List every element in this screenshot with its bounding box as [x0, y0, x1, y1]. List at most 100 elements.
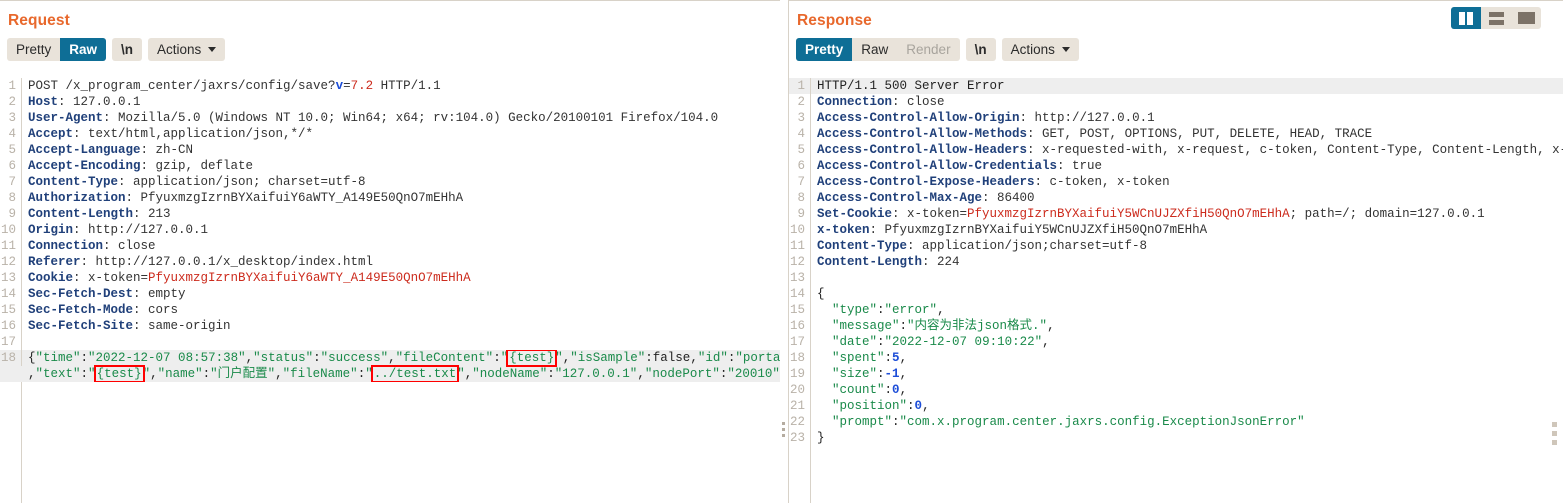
splitter-grip-icon[interactable] — [782, 422, 785, 437]
code-line[interactable]: 2 Connection: close — [789, 94, 1563, 110]
code-line[interactable]: 4 Access-Control-Allow-Methods: GET, POST… — [789, 126, 1563, 142]
code-line[interactable]: 13 Cookie: x-token=PfyuxmzgIzrnBYXaifuiY6… — [0, 270, 780, 286]
code-token: Sec-Fetch-Site — [28, 319, 134, 333]
code-line[interactable]: 3 Access-Control-Allow-Origin: http://127… — [789, 110, 1563, 126]
code-text: } — [811, 430, 825, 446]
code-token: "position" — [832, 399, 908, 413]
code-line[interactable]: 1 POST /x_program_center/jaxrs/config/sav… — [0, 78, 780, 94]
line-number: 5 — [0, 142, 22, 158]
highlighted-token: {test} — [506, 350, 558, 367]
code-token: User-Agent — [28, 111, 104, 125]
response-editor[interactable]: 1 HTTP/1.1 500 Server Error 2 Connection: c… — [789, 78, 1563, 503]
code-line[interactable]: 10 Origin: http://127.0.0.1 — [0, 222, 780, 238]
code-line[interactable]: 9 Set-Cookie: x-token=PfyuxmzgIzrnBYXaifu… — [789, 206, 1563, 222]
code-line[interactable]: 4 Accept: text/html,application/json,*/* — [0, 126, 780, 142]
code-line[interactable]: 1 HTTP/1.1 500 Server Error — [789, 78, 1563, 94]
code-token: : — [80, 351, 89, 365]
code-token: "message" — [832, 319, 900, 333]
code-line[interactable]: 18 {"time":"2022-12-07 08:57:38","status"… — [0, 350, 780, 382]
code-line[interactable]: 19 "size":-1, — [789, 366, 1563, 382]
code-line[interactable]: 17 — [0, 334, 780, 350]
code-token: "fileName" — [282, 367, 358, 381]
code-text: "date":"2022-12-07 09:10:22", — [811, 334, 1050, 350]
code-token: , — [275, 367, 283, 381]
code-line[interactable]: 11 Connection: close — [0, 238, 780, 254]
code-line[interactable]: 15 Sec-Fetch-Mode: cors — [0, 302, 780, 318]
layout-side-by-side-button[interactable] — [1451, 7, 1481, 29]
line-number: 1 — [0, 78, 22, 94]
code-line[interactable]: 15 "type":"error", — [789, 302, 1563, 318]
code-token: "text" — [35, 367, 81, 381]
code-token: "127.0.0.1" — [554, 367, 638, 381]
code-line[interactable]: 5 Access-Control-Allow-Headers: x-request… — [789, 142, 1563, 158]
line-number: 14 — [789, 286, 811, 302]
code-line[interactable]: 20 "count":0, — [789, 382, 1563, 398]
code-token: : x-token= — [73, 271, 149, 285]
code-token: "2022-12-07 09:10:22" — [884, 335, 1043, 349]
code-token: : http://127.0.0.1/x_desktop/index.html — [80, 255, 374, 269]
code-line[interactable]: 12 Content-Length: 224 — [789, 254, 1563, 270]
request-tab-pretty[interactable]: Pretty — [7, 38, 60, 61]
request-actions-button[interactable]: Actions — [148, 37, 226, 61]
code-line[interactable]: 5 Accept-Language: zh-CN — [0, 142, 780, 158]
request-code-area[interactable]: 1 POST /x_program_center/jaxrs/config/sav… — [0, 78, 780, 382]
code-line[interactable]: 6 Accept-Encoding: gzip, deflate — [0, 158, 780, 174]
code-token: 5 — [892, 351, 900, 365]
line-number: 15 — [789, 302, 811, 318]
code-line[interactable]: 3 User-Agent: Mozilla/5.0 (Windows NT 10.… — [0, 110, 780, 126]
code-line[interactable]: 18 "spent":5, — [789, 350, 1563, 366]
code-token: PfyuxmzgIzrnBYXaifuiY6aWTY_A149E50QnO7mE… — [148, 271, 471, 285]
code-line[interactable]: 12 Referer: http://127.0.0.1/x_desktop/in… — [0, 254, 780, 270]
code-line[interactable]: 23} — [789, 430, 1563, 446]
code-line[interactable]: 7 Content-Type: application/json; charset… — [0, 174, 780, 190]
window-resize-grip-icon[interactable] — [1552, 422, 1557, 445]
code-line[interactable]: 6 Access-Control-Allow-Credentials: true — [789, 158, 1563, 174]
panel-splitter[interactable] — [780, 0, 789, 503]
code-text: "prompt":"com.x.program.center.jaxrs.con… — [811, 414, 1305, 430]
code-token: : application/json; charset=utf-8 — [118, 175, 366, 189]
code-token: Authorization — [28, 191, 126, 205]
code-line[interactable]: 22 "prompt":"com.x.program.center.jaxrs.… — [789, 414, 1563, 430]
code-line[interactable]: 7 Access-Control-Expose-Headers: c-token,… — [789, 174, 1563, 190]
code-text: Content-Length: 213 — [22, 206, 171, 222]
response-newline-button[interactable]: \n — [965, 37, 996, 61]
code-line[interactable]: 9 Content-Length: 213 — [0, 206, 780, 222]
response-tab-pretty[interactable]: Pretty — [796, 37, 853, 61]
code-line[interactable]: 2 Host: 127.0.0.1 — [0, 94, 780, 110]
response-code-area[interactable]: 1 HTTP/1.1 500 Server Error 2 Connection: c… — [789, 78, 1563, 446]
code-token: x-token — [817, 223, 870, 237]
code-token: : — [493, 351, 501, 365]
request-newline-button[interactable]: \n — [112, 37, 143, 61]
highlighted-token: {test} — [93, 365, 145, 382]
code-token: "2022-12-07 08:57:38" — [88, 351, 246, 365]
request-tab-raw[interactable]: Raw — [60, 37, 107, 61]
code-line[interactable]: 8 Authorization: PfyuxmzgIzrnBYXaifuiY6aW… — [0, 190, 780, 206]
layout-single-button[interactable] — [1511, 7, 1541, 29]
code-token: : PfyuxmzgIzrnBYXaifuiY6aWTY_A149E50QnO7… — [125, 191, 464, 205]
code-line[interactable]: 14 { — [789, 286, 1563, 302]
line-number: 10 — [0, 222, 22, 238]
code-line[interactable]: 8 Access-Control-Max-Age: 86400 — [789, 190, 1563, 206]
code-token: : — [877, 367, 885, 381]
code-token: " — [555, 351, 563, 365]
code-line[interactable]: 14 Sec-Fetch-Dest: empty — [0, 286, 780, 302]
code-line[interactable]: 17 "date":"2022-12-07 09:10:22", — [789, 334, 1563, 350]
code-line[interactable]: 11 Content-Type: application/json;charset… — [789, 238, 1563, 254]
response-actions-button[interactable]: Actions — [1001, 37, 1079, 61]
code-line[interactable]: 13 — [789, 270, 1563, 286]
code-text: Content-Type: application/json;charset=u… — [811, 238, 1147, 254]
code-text: Access-Control-Allow-Credentials: true — [811, 158, 1102, 174]
line-number: 5 — [789, 142, 811, 158]
response-tab-raw[interactable]: Raw — [852, 38, 897, 61]
code-token: 0 — [892, 383, 900, 397]
code-line[interactable]: 16 "message":"内容为非法json格式.", — [789, 318, 1563, 334]
code-line[interactable]: 21 "position":0, — [789, 398, 1563, 414]
code-token: HTTP/1.1 — [373, 79, 441, 93]
request-editor[interactable]: 1 POST /x_program_center/jaxrs/config/sav… — [0, 78, 780, 503]
burp-message-editor: Request Pretty Raw \n Actions 1 POST /x_p… — [0, 0, 1563, 503]
code-line[interactable]: 16 Sec-Fetch-Site: same-origin — [0, 318, 780, 334]
code-line[interactable]: 10 x-token: PfyuxmzgIzrnBYXaifuiY5WCnUJZX… — [789, 222, 1563, 238]
code-token: "门户配置" — [210, 367, 276, 381]
layout-stacked-button[interactable] — [1481, 7, 1511, 29]
